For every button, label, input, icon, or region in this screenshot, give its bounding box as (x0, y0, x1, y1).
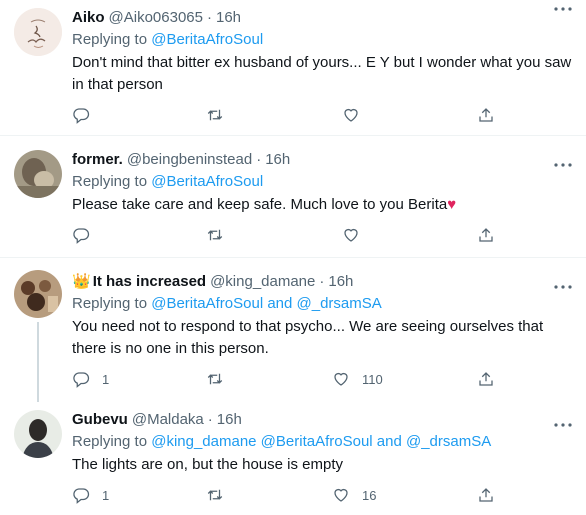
display-name[interactable]: former. (72, 150, 123, 170)
like-button[interactable]: 16 (332, 486, 376, 504)
tweet-text: You need not to respond to that psycho..… (72, 318, 544, 357)
reply-button[interactable] (72, 106, 102, 124)
replying-to: Replying to @BeritaAfroSoul (72, 172, 574, 192)
display-name[interactable]: It has increased (93, 272, 206, 292)
retweet-icon (207, 109, 223, 121)
tweet-header: 👑 It has increased @king_damane · 16h (72, 272, 574, 292)
like-button[interactable]: 110 (332, 370, 383, 388)
share-button[interactable] (477, 106, 495, 124)
reply-count: 1 (102, 371, 110, 387)
tweet-actions (72, 226, 502, 246)
display-name[interactable]: Gubevu (72, 410, 128, 430)
more-options-icon[interactable] (554, 418, 572, 432)
tweet-actions (72, 106, 502, 126)
like-button[interactable] (342, 226, 372, 244)
avatar[interactable] (14, 270, 62, 318)
user-handle[interactable]: @Maldaka (132, 410, 204, 430)
reply-icon (73, 228, 90, 244)
separator-dot: · (256, 151, 262, 168)
reply-button[interactable] (72, 226, 102, 244)
retweet-button[interactable] (206, 370, 236, 388)
share-icon (479, 372, 493, 386)
timestamp[interactable]: 16h (217, 410, 242, 430)
share-button[interactable] (477, 226, 495, 244)
reply-icon (73, 488, 90, 504)
replying-to: Replying to @BeritaAfroSoul (72, 30, 574, 50)
retweet-button[interactable] (206, 226, 236, 244)
avatar-image (14, 270, 62, 318)
share-button[interactable] (477, 370, 495, 388)
like-icon (334, 372, 348, 386)
replying-to-label: Replying to (72, 173, 148, 190)
avatar[interactable] (14, 8, 62, 56)
tweet-text: The lights are on, but the house is empt… (72, 456, 343, 473)
share-button[interactable] (477, 486, 495, 504)
separator-dot: · (206, 9, 212, 26)
more-options-icon[interactable] (554, 2, 572, 16)
reply-button[interactable]: 1 (72, 370, 109, 388)
crown-emoji-icon: 👑 (72, 273, 91, 290)
heart-emoji-icon: ♥ (447, 196, 457, 213)
more-options-icon[interactable] (554, 158, 572, 172)
reply-count: 1 (102, 487, 110, 503)
mention-link[interactable]: @king_damane @BeritaAfroSoul and @_drsam… (151, 433, 491, 450)
display-name[interactable]: Aiko (72, 8, 105, 28)
more-options-icon[interactable] (554, 280, 572, 294)
retweet-icon (207, 373, 223, 385)
tweet-header: Gubevu @Maldaka · 16h (72, 410, 574, 430)
timestamp[interactable]: 16h (216, 8, 241, 28)
tweet-1[interactable]: Aiko @Aiko063065 · 16h Replying to @Beri… (0, 0, 586, 130)
like-icon (334, 488, 348, 502)
tweet-4[interactable]: Gubevu @Maldaka · 16h Replying to @king_… (0, 398, 586, 515)
like-count: 16 (362, 487, 377, 503)
separator-dot: · (207, 411, 213, 428)
tweet-header: Aiko @Aiko063065 · 16h (72, 8, 574, 28)
share-icon (479, 108, 493, 122)
avatar[interactable] (14, 150, 62, 198)
avatar-image (14, 150, 62, 198)
avatar[interactable] (14, 410, 62, 458)
reply-icon (73, 108, 90, 124)
tweet-actions: 1 16 (72, 486, 502, 506)
retweet-icon (207, 229, 223, 241)
timestamp[interactable]: 16h (265, 150, 290, 170)
like-button[interactable] (342, 106, 372, 124)
tweet-2[interactable]: former. @beingbeninstead · 16h Replying … (0, 136, 586, 256)
tweet-text: Don't mind that bitter ex husband of you… (72, 54, 572, 93)
replying-to: Replying to @king_damane @BeritaAfroSoul… (72, 432, 574, 452)
tweet-actions: 1 110 (72, 370, 502, 390)
replying-to: Replying to @BeritaAfroSoul and @_drsamS… (72, 294, 574, 314)
mention-link[interactable]: @BeritaAfroSoul (151, 31, 263, 48)
replying-to-label: Replying to (72, 295, 148, 312)
mention-link[interactable]: @BeritaAfroSoul (151, 173, 263, 190)
avatar-image (14, 410, 62, 458)
tweet-text: Please take care and keep safe. Much lov… (72, 194, 574, 216)
tweet-header: former. @beingbeninstead · 16h (72, 150, 574, 170)
like-count: 110 (362, 371, 383, 387)
replying-to-label: Replying to (72, 433, 148, 450)
share-icon (479, 228, 493, 242)
user-handle[interactable]: @Aiko063065 (109, 8, 203, 28)
timestamp[interactable]: 16h (328, 272, 353, 292)
tweet-text-body: Please take care and keep safe. Much lov… (72, 196, 448, 213)
mention-link[interactable]: @BeritaAfroSoul and @_drsamSA (151, 295, 382, 312)
retweet-icon (207, 489, 223, 501)
retweet-button[interactable] (206, 486, 236, 504)
like-icon (344, 108, 358, 122)
tweet-3[interactable]: 👑 It has increased @king_damane · 16h Re… (0, 258, 586, 398)
retweet-button[interactable] (206, 106, 236, 124)
reply-icon (73, 372, 90, 388)
reply-button[interactable]: 1 (72, 486, 109, 504)
user-handle[interactable]: @king_damane (210, 272, 315, 292)
share-icon (479, 488, 493, 502)
replying-to-label: Replying to (72, 31, 148, 48)
like-icon (344, 228, 358, 242)
avatar-image (14, 8, 62, 56)
user-handle[interactable]: @beingbeninstead (127, 150, 252, 170)
separator-dot: · (319, 273, 325, 290)
